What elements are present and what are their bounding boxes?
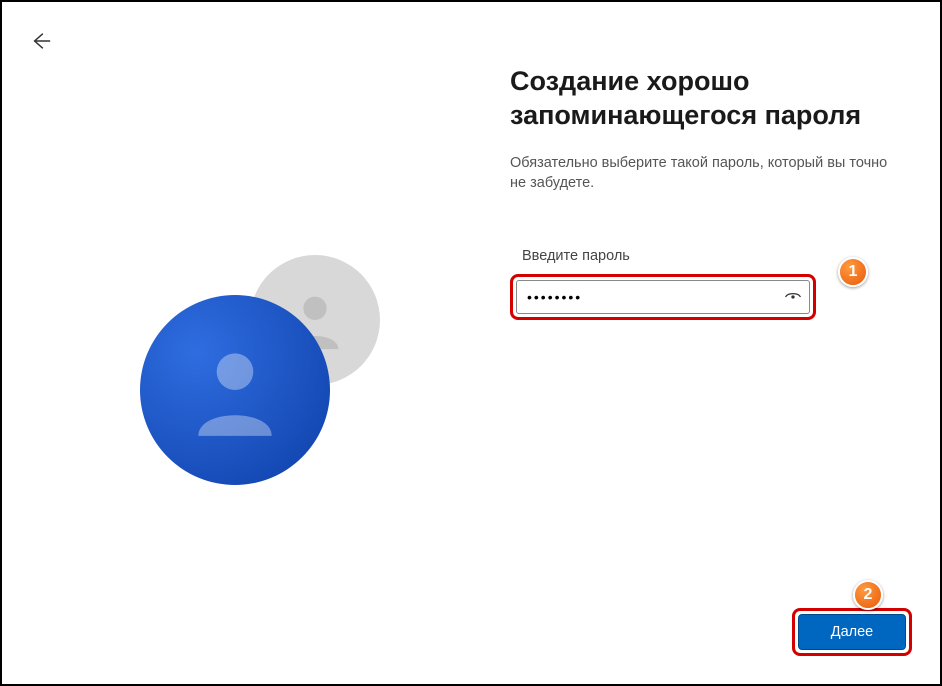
- arrow-left-icon: [30, 30, 52, 52]
- next-button-highlight: Далее: [792, 608, 912, 656]
- user-illustration: [130, 245, 390, 505]
- eye-icon: [784, 288, 802, 306]
- password-input[interactable]: [516, 280, 810, 314]
- page-subtitle: Обязательно выберите такой пароль, котор…: [510, 153, 905, 194]
- password-input-highlight: [510, 274, 816, 320]
- password-reveal-button[interactable]: [783, 287, 803, 307]
- annotation-badge-2: 2: [853, 580, 883, 610]
- avatar-front-icon: [140, 295, 330, 485]
- page-title: Создание хорошо запоминающегося пароля: [510, 65, 905, 133]
- annotation-badge-1: 1: [838, 257, 868, 287]
- person-icon: [180, 335, 290, 445]
- back-button[interactable]: [30, 30, 54, 54]
- next-button[interactable]: Далее: [798, 614, 906, 650]
